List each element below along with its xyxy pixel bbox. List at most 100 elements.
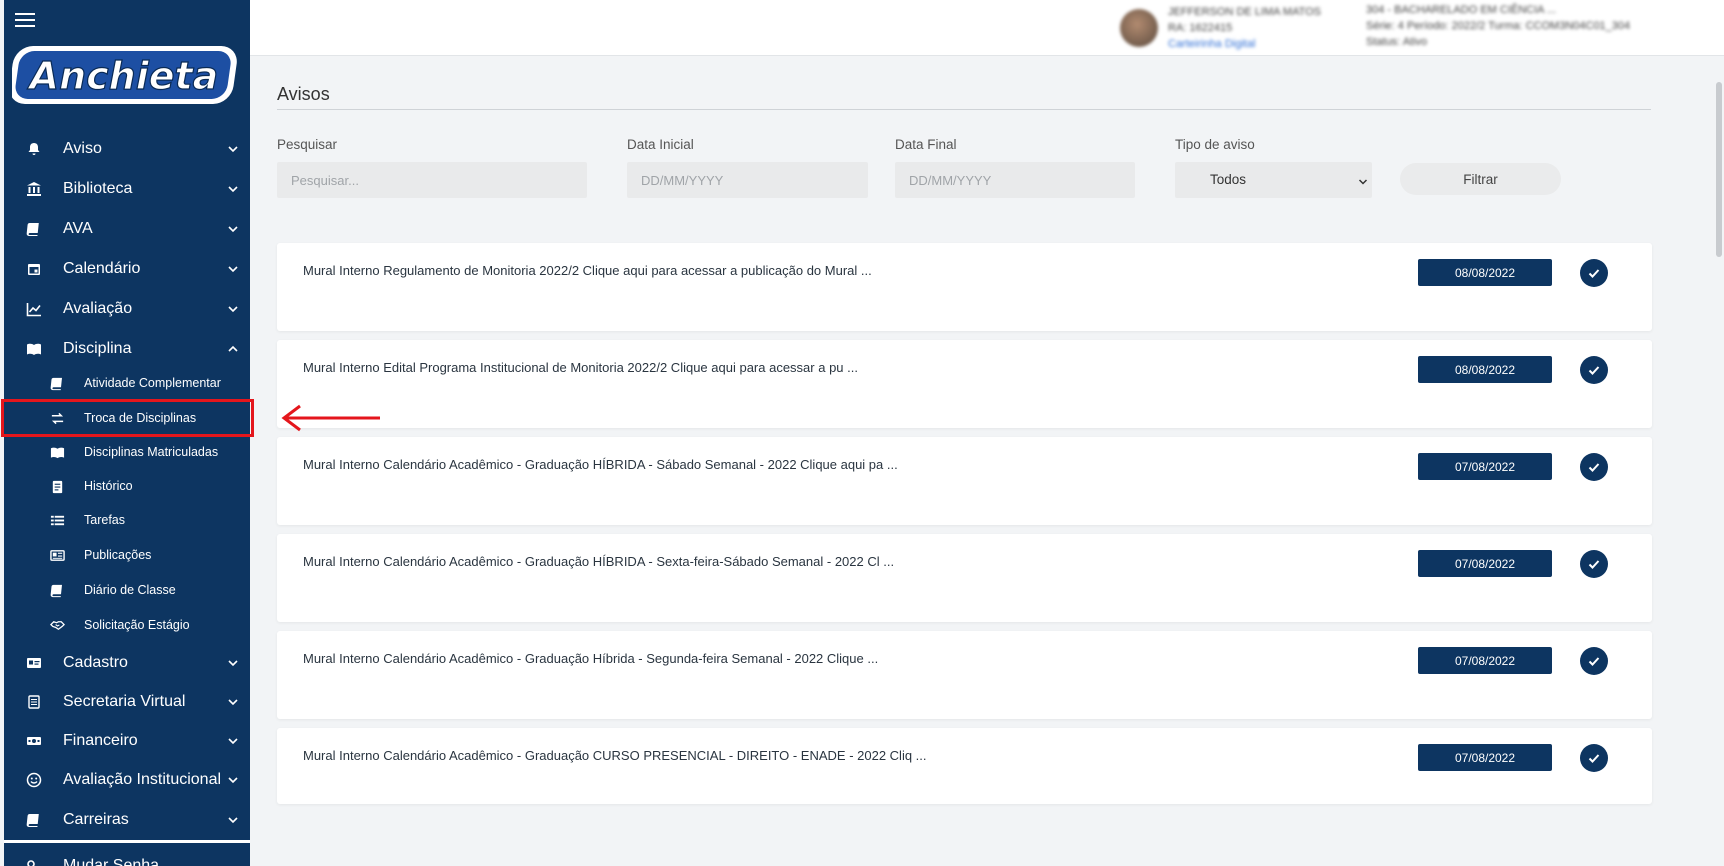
submenu-item-atividade-complementar[interactable]: Atividade Complementar: [4, 368, 250, 398]
sidebar-item-label: AVA: [63, 220, 93, 237]
handshake-icon: [47, 615, 67, 635]
sidebar-item-disciplina[interactable]: Disciplina: [4, 331, 250, 367]
chevron-down-icon: [227, 735, 239, 747]
profile-status: Status: Ativo: [1366, 36, 1428, 48]
chevron-up-icon: [227, 343, 239, 355]
notice-date-badge: 07/08/2022: [1418, 744, 1552, 771]
submenu-item-solicitacao-estagio[interactable]: Solicitação Estágio: [4, 610, 250, 640]
chevron-down-icon: [227, 143, 239, 155]
sidebar-item-label: Financeiro: [63, 732, 138, 749]
sidebar-item-label: Cadastro: [63, 654, 128, 671]
user-profile-panel[interactable]: JEFFERSON DE LIMA MATOS RA: 1622415 Cart…: [1098, 0, 1718, 56]
submenu-item-diario-de-classe[interactable]: Diário de Classe: [4, 575, 250, 605]
chevron-down-icon: [227, 263, 239, 275]
sidebar-item-carreiras[interactable]: Carreiras: [4, 802, 250, 838]
sidebar-item-ava[interactable]: AVA: [4, 211, 250, 247]
sidebar-item-label: Disciplina: [63, 340, 132, 357]
submenu-item-label: Atividade Complementar: [84, 376, 221, 390]
search-label: Pesquisar: [277, 137, 338, 152]
money-icon: [23, 730, 45, 752]
notice-text[interactable]: Mural Interno Calendário Acadêmico - Gra…: [303, 554, 894, 569]
bank-icon: [23, 178, 45, 200]
sidebar-item-label: Biblioteca: [63, 180, 133, 197]
start-date-label: Data Inicial: [627, 137, 694, 152]
sidebar-item-label: Secretaria Virtual: [63, 693, 186, 710]
notice-text[interactable]: Mural Interno Regulamento de Monitoria 2…: [303, 263, 872, 278]
notice-card[interactable]: Mural Interno Calendário Acadêmico - Gra…: [277, 534, 1652, 622]
check-icon[interactable]: [1580, 647, 1608, 675]
document-icon: [23, 691, 45, 713]
notice-type-select[interactable]: Todos: [1175, 162, 1372, 198]
calendar-icon: [23, 258, 45, 280]
filter-button[interactable]: Filtrar: [1400, 163, 1561, 195]
sidebar-divider: [4, 840, 250, 843]
submenu-item-label: Diário de Classe: [84, 583, 176, 597]
notice-card[interactable]: Mural Interno Regulamento de Monitoria 2…: [277, 243, 1652, 331]
chevron-down-icon: [227, 696, 239, 708]
notice-text[interactable]: Mural Interno Calendário Acadêmico - Gra…: [303, 457, 898, 472]
smile-icon: [23, 769, 45, 791]
book-icon: [23, 218, 45, 240]
sidebar-item-label: Calendário: [63, 260, 141, 277]
chevron-down-icon: [227, 774, 239, 786]
sidebar-item-calendario[interactable]: Calendário: [4, 251, 250, 287]
open-book-icon: [47, 442, 67, 462]
chevron-down-icon: [227, 223, 239, 235]
submenu-item-label: Solicitação Estágio: [84, 618, 190, 632]
check-icon[interactable]: [1580, 259, 1608, 287]
sidebar-item-biblioteca[interactable]: Biblioteca: [4, 171, 250, 207]
book-icon: [47, 580, 67, 600]
id-card-icon: [23, 652, 45, 674]
end-date-input[interactable]: [895, 162, 1135, 198]
sidebar-item-avaliacao-institucional[interactable]: Avaliação Institucional: [4, 762, 250, 798]
title-divider: [277, 109, 1651, 110]
notice-card[interactable]: Mural Interno Edital Programa Institucio…: [277, 340, 1652, 428]
notice-date-badge: 07/08/2022: [1418, 453, 1552, 480]
notice-date-badge: 08/08/2022: [1418, 259, 1552, 286]
submenu-item-publicacoes[interactable]: Publicações: [4, 540, 250, 570]
notice-card[interactable]: Mural Interno Calendário Acadêmico - Gra…: [277, 437, 1652, 525]
search-input[interactable]: [277, 162, 587, 198]
submenu-item-historico[interactable]: Histórico: [4, 471, 250, 501]
check-icon[interactable]: [1580, 356, 1608, 384]
sidebar-item-mudar-senha[interactable]: Mudar Senha: [4, 848, 250, 866]
sidebar-item-label: Avaliação Institucional: [63, 771, 222, 788]
check-icon[interactable]: [1580, 550, 1608, 578]
notice-type-label: Tipo de aviso: [1175, 137, 1255, 152]
notice-text[interactable]: Mural Interno Edital Programa Institucio…: [303, 360, 858, 375]
submenu-item-disciplinas-matriculadas[interactable]: Disciplinas Matriculadas: [4, 437, 250, 467]
check-icon[interactable]: [1580, 744, 1608, 772]
svg-text:Anchieta: Anchieta: [27, 54, 219, 98]
chart-line-icon: [23, 298, 45, 320]
hamburger-menu-icon[interactable]: [15, 11, 39, 29]
notice-card[interactable]: Mural Interno Calendário Acadêmico - Gra…: [277, 728, 1652, 804]
notice-date-badge: 07/08/2022: [1418, 647, 1552, 674]
notice-card[interactable]: Mural Interno Calendário Acadêmico - Gra…: [277, 631, 1652, 719]
scrollbar[interactable]: [1716, 82, 1722, 257]
notice-text[interactable]: Mural Interno Calendário Acadêmico - Gra…: [303, 748, 927, 763]
sidebar-item-cadastro[interactable]: Cadastro: [4, 645, 250, 681]
sidebar-item-secretaria-virtual[interactable]: Secretaria Virtual: [4, 684, 250, 720]
sidebar-item-financeiro[interactable]: Financeiro: [4, 723, 250, 759]
submenu-item-label: Disciplinas Matriculadas: [84, 445, 219, 459]
profile-name: JEFFERSON DE LIMA MATOS: [1168, 6, 1322, 18]
chevron-down-icon: [227, 183, 239, 195]
submenu-item-label: Histórico: [84, 479, 133, 493]
digital-card-link[interactable]: Carteirinha Digital: [1168, 38, 1255, 50]
notice-date-badge: 08/08/2022: [1418, 356, 1552, 383]
check-icon[interactable]: [1580, 453, 1608, 481]
anchieta-logo: Anchieta: [12, 40, 244, 112]
submenu-item-tarefas[interactable]: Tarefas: [4, 505, 250, 535]
sidebar-item-label: Avaliação: [63, 300, 133, 317]
bell-icon: [23, 138, 45, 160]
top-bar: JEFFERSON DE LIMA MATOS RA: 1622415 Cart…: [250, 0, 1724, 56]
sidebar-item-avaliacao[interactable]: Avaliação: [4, 291, 250, 327]
start-date-input[interactable]: [627, 162, 868, 198]
sidebar-item-label: Mudar Senha: [63, 857, 160, 866]
book-icon: [23, 809, 45, 831]
chevron-down-icon: [227, 814, 239, 826]
avatar: [1120, 9, 1158, 47]
newspaper-icon: [47, 545, 67, 565]
sidebar-item-aviso[interactable]: Aviso: [4, 131, 250, 167]
notice-text[interactable]: Mural Interno Calendário Acadêmico - Gra…: [303, 651, 878, 666]
